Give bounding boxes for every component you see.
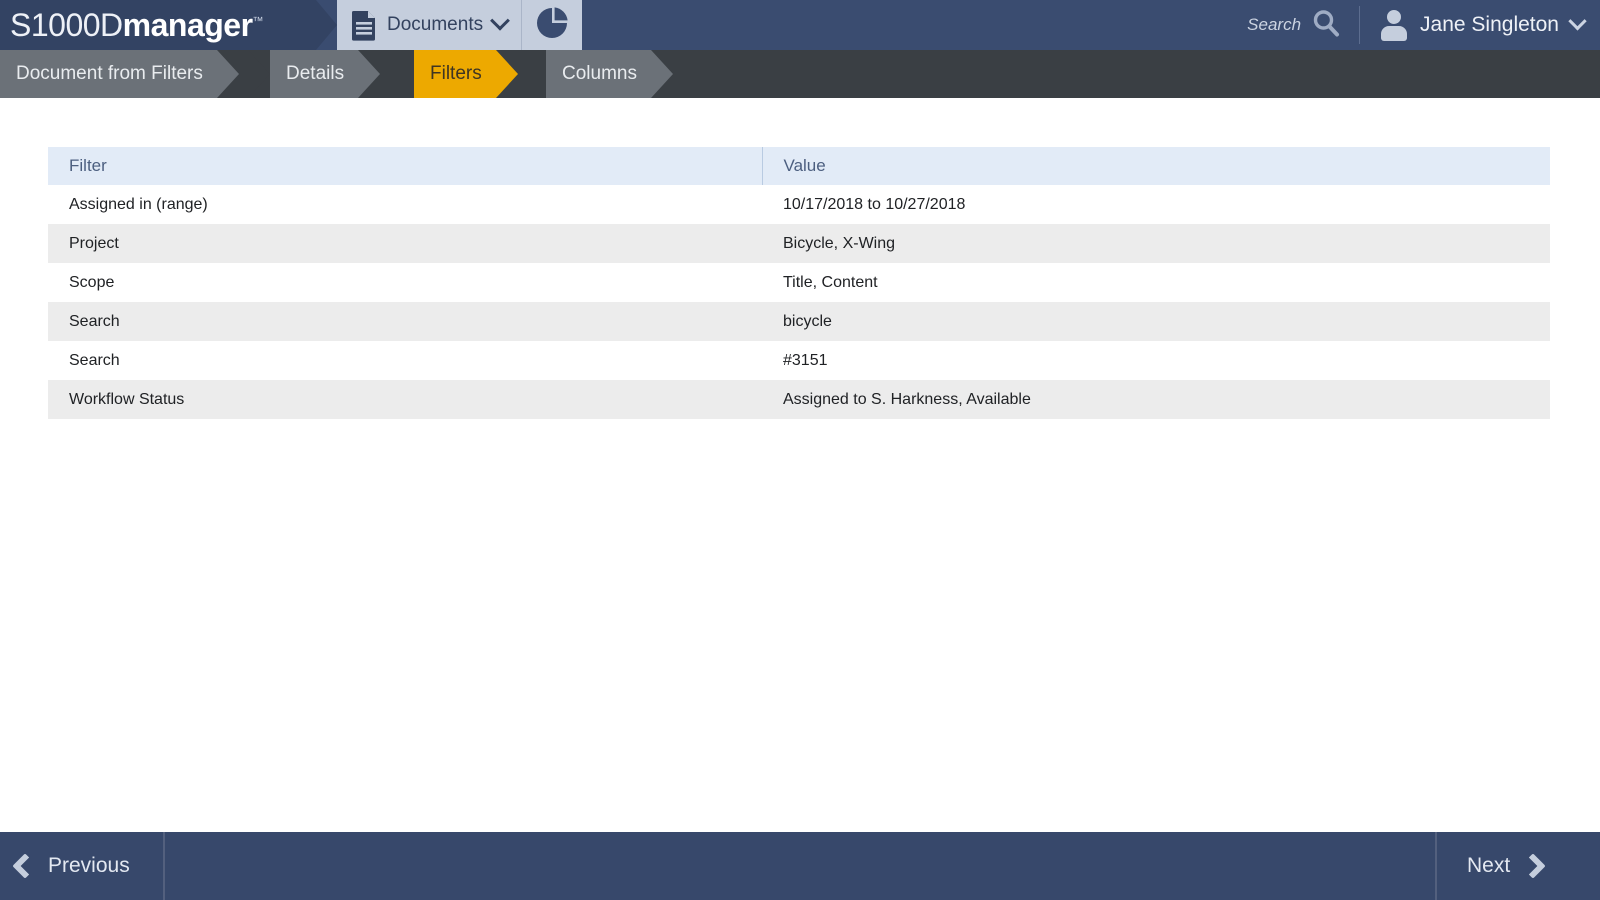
cell-filter: Workflow Status (48, 380, 762, 419)
next-button[interactable]: Next (1437, 832, 1600, 900)
table-header-row: Filter Value (48, 147, 1550, 185)
header-spacer (582, 0, 1247, 50)
trademark-symbol: ™ (252, 15, 264, 28)
footer-spacer (165, 832, 1435, 900)
search-icon[interactable] (1311, 8, 1341, 43)
breadcrumb-step-details[interactable]: Details (248, 50, 381, 98)
user-menu[interactable]: Jane Singleton (1360, 0, 1600, 50)
table-row[interactable]: Search bicycle (48, 302, 1550, 341)
nav-reports[interactable] (522, 0, 582, 50)
cell-filter: Scope (48, 263, 762, 302)
cell-value: Bicycle, X-Wing (762, 224, 1550, 263)
breadcrumb-step-label: Filters (430, 63, 482, 84)
cell-filter: Project (48, 224, 762, 263)
cell-value: 10/17/2018 to 10/27/2018 (762, 185, 1550, 224)
breadcrumb-step-label: Document from Filters (16, 63, 203, 84)
user-avatar-icon (1380, 9, 1408, 41)
table-row[interactable]: Project Bicycle, X-Wing (48, 224, 1550, 263)
filters-summary-table: Filter Value Assigned in (range) 10/17/20… (48, 147, 1550, 419)
cell-filter: Search (48, 302, 762, 341)
cell-filter: Search (48, 341, 762, 380)
column-header-filter[interactable]: Filter (48, 147, 762, 185)
cell-value: bicycle (762, 302, 1550, 341)
table-row[interactable]: Search #3151 (48, 341, 1550, 380)
cell-value: Title, Content (762, 263, 1550, 302)
cell-value: #3151 (762, 341, 1550, 380)
app-header: S1000Dmanager™ Documents Search Jane Sin… (0, 0, 1600, 50)
pie-chart-icon (535, 6, 569, 45)
chevron-down-icon (490, 10, 511, 31)
breadcrumb-arrow-tip (495, 50, 518, 98)
app-logo-thin: S1000D (10, 7, 123, 43)
breadcrumb-arrow-tip (358, 50, 381, 98)
breadcrumb-arrow-tip (216, 50, 239, 98)
next-button-label: Next (1467, 854, 1511, 877)
search-control[interactable]: Search (1247, 0, 1359, 50)
breadcrumb-notch (392, 50, 414, 98)
avatar-head (1387, 10, 1402, 24)
previous-button-label: Previous (48, 854, 130, 877)
breadcrumb-arrow-tip (650, 50, 673, 98)
chevron-right-icon (1520, 853, 1546, 879)
search-label: Search (1247, 15, 1302, 34)
breadcrumb-step-label: Details (286, 63, 345, 84)
breadcrumb-step-filters[interactable]: Filters (392, 50, 518, 98)
document-icon (351, 10, 377, 41)
app-logo[interactable]: S1000Dmanager™ (0, 0, 337, 50)
table-row[interactable]: Workflow Status Assigned to S. Harkness, … (48, 380, 1550, 419)
nav-documents[interactable]: Documents (337, 0, 521, 50)
breadcrumb-notch (248, 50, 270, 98)
breadcrumb-step-label: Columns (562, 63, 637, 84)
app-logo-text: S1000Dmanager™ (10, 7, 264, 43)
column-header-value[interactable]: Value (761, 147, 1550, 185)
breadcrumb-notch (524, 50, 546, 98)
breadcrumb-step-document-from-filters[interactable]: Document from Filters (0, 50, 239, 98)
cell-filter: Assigned in (range) (48, 185, 762, 224)
cell-value: Assigned to S. Harkness, Available (762, 380, 1550, 419)
chevron-down-icon[interactable] (1568, 11, 1587, 30)
app-logo-bold: manager (122, 7, 253, 43)
wizard-footer: Previous Next (0, 832, 1600, 900)
avatar-body (1381, 26, 1408, 41)
breadcrumb-step-columns[interactable]: Columns (524, 50, 673, 98)
chevron-left-icon (12, 853, 38, 879)
user-name-label: Jane Singleton (1420, 13, 1559, 36)
nav-documents-label: Documents (387, 14, 484, 35)
table-row[interactable]: Assigned in (range) 10/17/2018 to 10/27/2… (48, 185, 1550, 224)
breadcrumb: Document from Filters Details Filters Co… (0, 50, 1600, 98)
previous-button[interactable]: Previous (0, 832, 163, 900)
table-row[interactable]: Scope Title, Content (48, 263, 1550, 302)
